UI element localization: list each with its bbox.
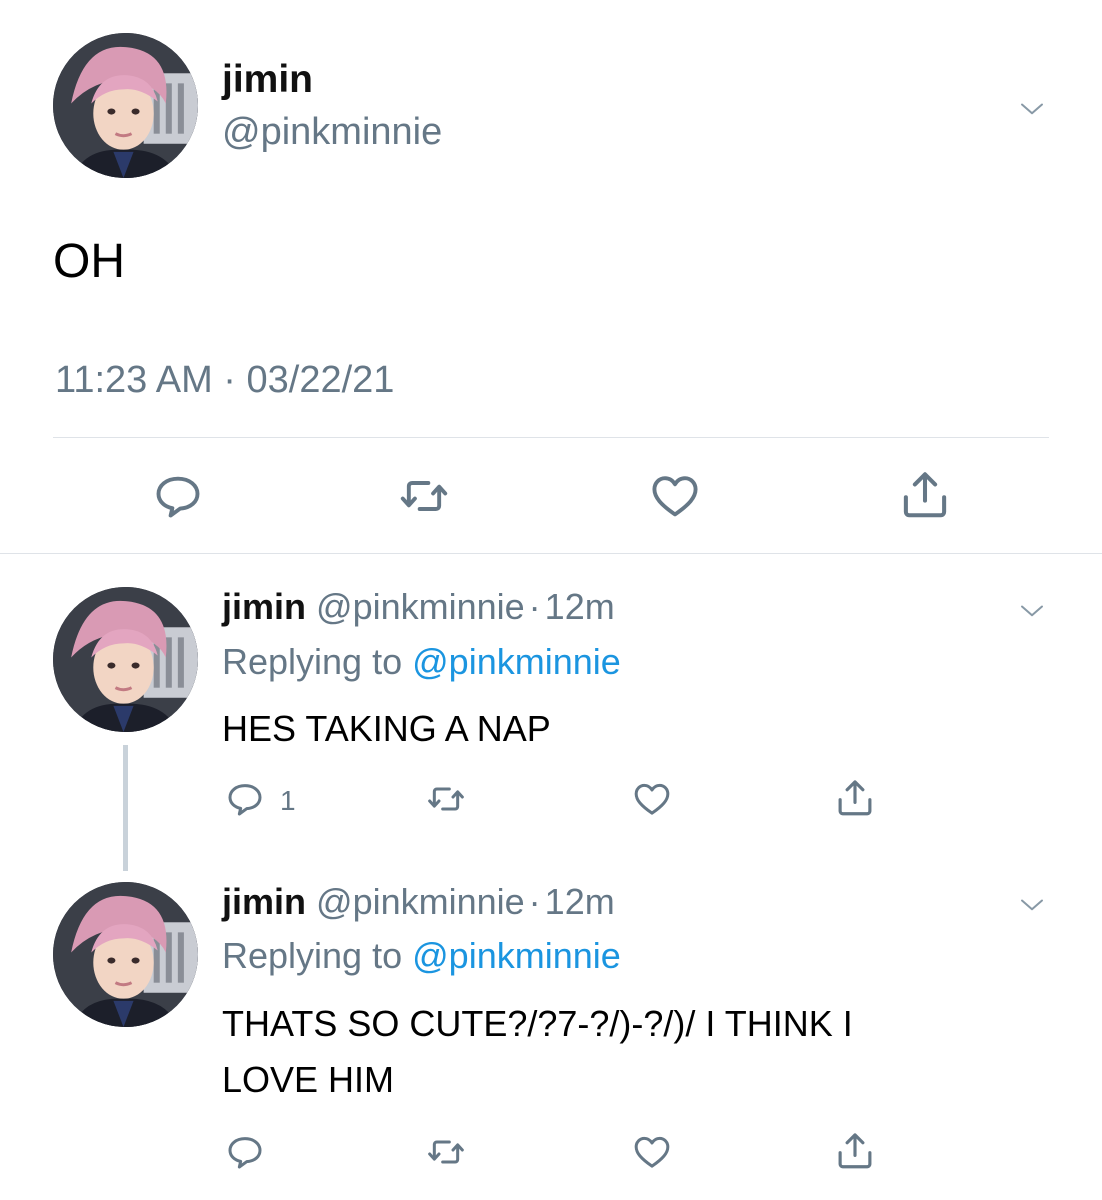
share-icon[interactable]	[834, 777, 876, 819]
time-ago[interactable]: 12m	[545, 881, 615, 922]
heart-icon[interactable]	[631, 779, 673, 819]
avatar[interactable]	[53, 587, 198, 732]
thread-line	[123, 745, 128, 871]
section-divider	[0, 553, 1102, 554]
display-name[interactable]: jimin	[222, 586, 306, 627]
separator-dot: ·	[528, 586, 541, 627]
display-name[interactable]: jimin	[222, 56, 313, 104]
retweet-icon[interactable]	[396, 470, 452, 522]
replying-to-link[interactable]: @pinkminnie	[412, 935, 621, 976]
reply-header: jimin @pinkminnie · 12m	[222, 879, 615, 925]
heart-icon[interactable]	[631, 1132, 673, 1172]
retweet-icon[interactable]	[424, 1132, 468, 1172]
replying-to-label: Replying to	[222, 935, 403, 976]
reply-text-line-2: LOVE HIM	[222, 1059, 395, 1100]
chevron-down-icon[interactable]	[1014, 886, 1050, 916]
retweet-icon[interactable]	[424, 779, 468, 819]
separator-dot: ·	[528, 881, 541, 922]
reply-icon[interactable]	[225, 779, 265, 819]
time-ago[interactable]: 12m	[545, 586, 615, 627]
avatar[interactable]	[53, 33, 198, 178]
tweet-text: OH	[53, 235, 125, 288]
replying-to: Replying to @pinkminnie	[222, 639, 621, 685]
replying-to: Replying to @pinkminnie	[222, 933, 621, 979]
tweet-timestamp: 11:23 AM · 03/22/21	[55, 359, 395, 401]
user-handle[interactable]: @pinkminnie	[316, 881, 525, 922]
replying-to-link[interactable]: @pinkminnie	[412, 641, 621, 682]
reply-count: 1	[280, 785, 296, 816]
share-icon[interactable]	[898, 468, 952, 522]
divider	[53, 437, 1049, 438]
reply-text: HES TAKING A NAP	[222, 708, 551, 749]
reply-header: jimin @pinkminnie · 12m	[222, 584, 615, 630]
reply-icon[interactable]	[225, 1132, 265, 1172]
reply-icon[interactable]	[152, 470, 204, 522]
user-handle[interactable]: @pinkminnie	[222, 108, 442, 156]
display-name[interactable]: jimin	[222, 881, 306, 922]
avatar[interactable]	[53, 882, 198, 1027]
chevron-down-icon[interactable]	[1014, 90, 1050, 120]
chevron-down-icon[interactable]	[1014, 592, 1050, 622]
user-handle[interactable]: @pinkminnie	[316, 586, 525, 627]
share-icon[interactable]	[834, 1130, 876, 1172]
heart-icon[interactable]	[648, 470, 702, 522]
reply-text-line-1: THATS SO CUTE?/?7-?/)-?/)/ I THINK I	[222, 1003, 853, 1044]
replying-to-label: Replying to	[222, 641, 403, 682]
